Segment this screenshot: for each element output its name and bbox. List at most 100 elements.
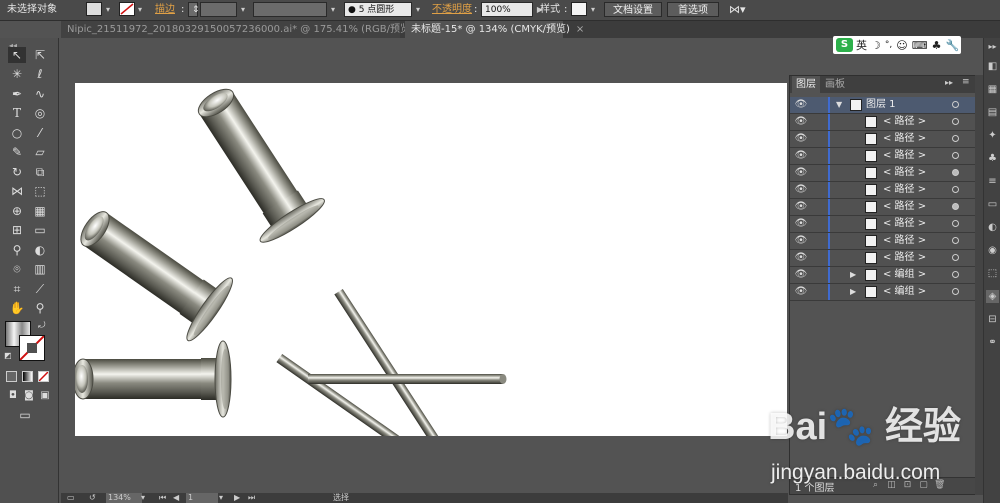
- visibility-eye-icon[interactable]: 👁: [794, 268, 808, 282]
- layer-row[interactable]: 👁 ▼ 图层 1: [790, 97, 975, 114]
- artboards-panel-icon[interactable]: ⊟: [986, 313, 999, 326]
- collapse-dock-icon[interactable]: ▸▸: [986, 40, 999, 53]
- layer-name[interactable]: < 路径 >: [883, 216, 926, 232]
- prev-artboard-icon[interactable]: ◀: [173, 493, 179, 503]
- target-circle-icon[interactable]: [952, 186, 959, 193]
- width-tool-icon[interactable]: ⋈: [8, 183, 26, 199]
- visibility-eye-icon[interactable]: 👁: [794, 200, 808, 214]
- screen-mode-icon[interactable]: ▭: [16, 407, 34, 423]
- symbols-panel-icon[interactable]: ♣: [986, 152, 999, 165]
- visibility-eye-icon[interactable]: 👁: [794, 183, 808, 197]
- stroke-weight-input[interactable]: [200, 2, 237, 17]
- layer-row[interactable]: 👁 < 路径 >: [790, 131, 975, 148]
- document-setup-button[interactable]: 文档设置: [604, 2, 662, 17]
- spiral-tool-icon[interactable]: ◎: [31, 105, 49, 121]
- brushes-panel-icon[interactable]: ✦: [986, 129, 999, 142]
- document-tab-2[interactable]: 未标题-15* @ 134% (CMYK/预览) ×: [405, 21, 584, 38]
- opacity-label[interactable]: 不透明度: [432, 2, 472, 17]
- zoom-tool-icon[interactable]: ⚲: [31, 300, 49, 316]
- layer-name[interactable]: < 路径 >: [883, 233, 926, 249]
- fill-dropdown-icon[interactable]: ▾: [103, 2, 113, 17]
- expand-arrow-icon[interactable]: ▶: [850, 284, 856, 300]
- zoom-level-input[interactable]: 134%: [106, 493, 142, 503]
- layer-row[interactable]: 👁 < 路径 >: [790, 216, 975, 233]
- swatches-panel-icon[interactable]: ▤: [986, 106, 999, 119]
- column-graph-tool-icon[interactable]: ▥: [31, 261, 49, 277]
- moon-icon[interactable]: ☽: [871, 39, 881, 52]
- layer-row[interactable]: 👁 < 路径 >: [790, 199, 975, 216]
- stroke-label[interactable]: 描边: [155, 2, 175, 17]
- layer-name[interactable]: < 路径 >: [883, 148, 926, 164]
- graphic-styles-panel-icon[interactable]: ⬚: [986, 267, 999, 280]
- layer-row[interactable]: 👁 < 路径 >: [790, 182, 975, 199]
- curvature-tool-icon[interactable]: ∿: [31, 86, 49, 102]
- fill-swatch[interactable]: [86, 2, 102, 16]
- color-panel-icon[interactable]: ◧: [986, 60, 999, 73]
- layer-name[interactable]: < 路径 >: [883, 114, 926, 130]
- appearance-panel-icon[interactable]: ◉: [986, 244, 999, 257]
- color-mode-icon[interactable]: [6, 371, 17, 382]
- first-artboard-icon[interactable]: ⏮: [159, 493, 166, 503]
- visibility-eye-icon[interactable]: 👁: [794, 166, 808, 180]
- layer-row[interactable]: 👁 < 路径 >: [790, 114, 975, 131]
- emoji-icon[interactable]: ☺: [896, 39, 907, 52]
- profile-dropdown-icon[interactable]: ▾: [328, 2, 338, 17]
- arrange-documents-icon[interactable]: ⋈▾: [729, 2, 746, 17]
- mesh-tool-icon[interactable]: ⊞: [8, 222, 26, 238]
- tab-artboards[interactable]: 画板: [821, 76, 849, 93]
- last-artboard-icon[interactable]: ⏭: [248, 493, 255, 503]
- visibility-eye-icon[interactable]: 👁: [794, 285, 808, 299]
- eraser-tool-icon[interactable]: ▱: [31, 144, 49, 160]
- gradient-mode-icon[interactable]: [22, 371, 33, 382]
- none-mode-icon[interactable]: [38, 371, 49, 382]
- rotate-tool-icon[interactable]: ↻: [8, 164, 26, 180]
- layer-name[interactable]: < 路径 >: [883, 165, 926, 181]
- pencil-tool-icon[interactable]: ✎: [8, 144, 26, 160]
- stroke-panel-icon[interactable]: ≡: [986, 175, 999, 188]
- blend-tool-icon[interactable]: ◐: [31, 242, 49, 258]
- expand-arrow-icon[interactable]: ▼: [836, 97, 842, 113]
- rivet-artwork[interactable]: [75, 83, 787, 436]
- swap-colors-icon[interactable]: ⤾: [38, 321, 46, 331]
- gradient-tool-icon[interactable]: ▭: [31, 222, 49, 238]
- visibility-eye-icon[interactable]: 👁: [794, 132, 808, 146]
- free-transform-tool-icon[interactable]: ⬚: [31, 183, 49, 199]
- artboard-number-input[interactable]: 1: [186, 493, 218, 503]
- default-colors-icon[interactable]: ◩: [4, 351, 12, 360]
- artboard-nav-icon[interactable]: ▭: [67, 493, 75, 503]
- stroke-color-swatch[interactable]: [19, 335, 45, 361]
- wrench-icon[interactable]: 🔧: [945, 39, 959, 52]
- lasso-tool-icon[interactable]: ℓ: [31, 66, 49, 82]
- graphic-style-swatch[interactable]: [571, 2, 587, 16]
- next-artboard-icon[interactable]: ▶: [234, 493, 240, 503]
- stroke-dropdown-icon[interactable]: ▾: [135, 2, 145, 17]
- target-circle-icon[interactable]: [952, 152, 959, 159]
- skin-icon[interactable]: ♣: [932, 39, 942, 52]
- layer-name[interactable]: < 路径 >: [883, 250, 926, 266]
- stroke-weight-dropdown-icon[interactable]: ▾: [238, 2, 248, 17]
- layer-name[interactable]: < 路径 >: [883, 182, 926, 198]
- rotate-view-icon[interactable]: ↺: [89, 493, 96, 503]
- opacity-input[interactable]: 100%: [481, 2, 533, 17]
- target-circle-icon[interactable]: [952, 135, 959, 142]
- expand-panel-icon[interactable]: ▸▸: [945, 78, 953, 87]
- paintbrush-tool-icon[interactable]: ⁄: [31, 125, 49, 141]
- type-tool-icon[interactable]: T: [8, 105, 26, 121]
- status-text[interactable]: 选择: [333, 493, 349, 503]
- shape-builder-tool-icon[interactable]: ⊕: [8, 203, 26, 219]
- brush-dropdown-icon[interactable]: ▾: [413, 2, 423, 17]
- layer-name[interactable]: < 路径 >: [883, 199, 926, 215]
- document-tab-1[interactable]: Nipic_21511972_20180329150057236000.ai* …: [61, 21, 428, 38]
- direct-selection-tool-icon[interactable]: ⇱: [31, 47, 49, 63]
- layer-row[interactable]: 👁 ▶ < 编组 >: [790, 267, 975, 284]
- tab-layers[interactable]: 图层: [792, 76, 820, 93]
- close-tab-icon[interactable]: ×: [576, 24, 584, 35]
- target-circle-icon[interactable]: [952, 220, 959, 227]
- transparency-panel-icon[interactable]: ◐: [986, 221, 999, 234]
- target-circle-icon[interactable]: [952, 169, 959, 176]
- ime-toolbar[interactable]: S 英 ☽ °, ☺ ⌨ ♣ 🔧: [833, 36, 961, 54]
- stroke-swatch[interactable]: [119, 2, 135, 16]
- visibility-eye-icon[interactable]: 👁: [794, 251, 808, 265]
- target-circle-icon[interactable]: [952, 237, 959, 244]
- punctuation-icon[interactable]: °,: [885, 40, 892, 50]
